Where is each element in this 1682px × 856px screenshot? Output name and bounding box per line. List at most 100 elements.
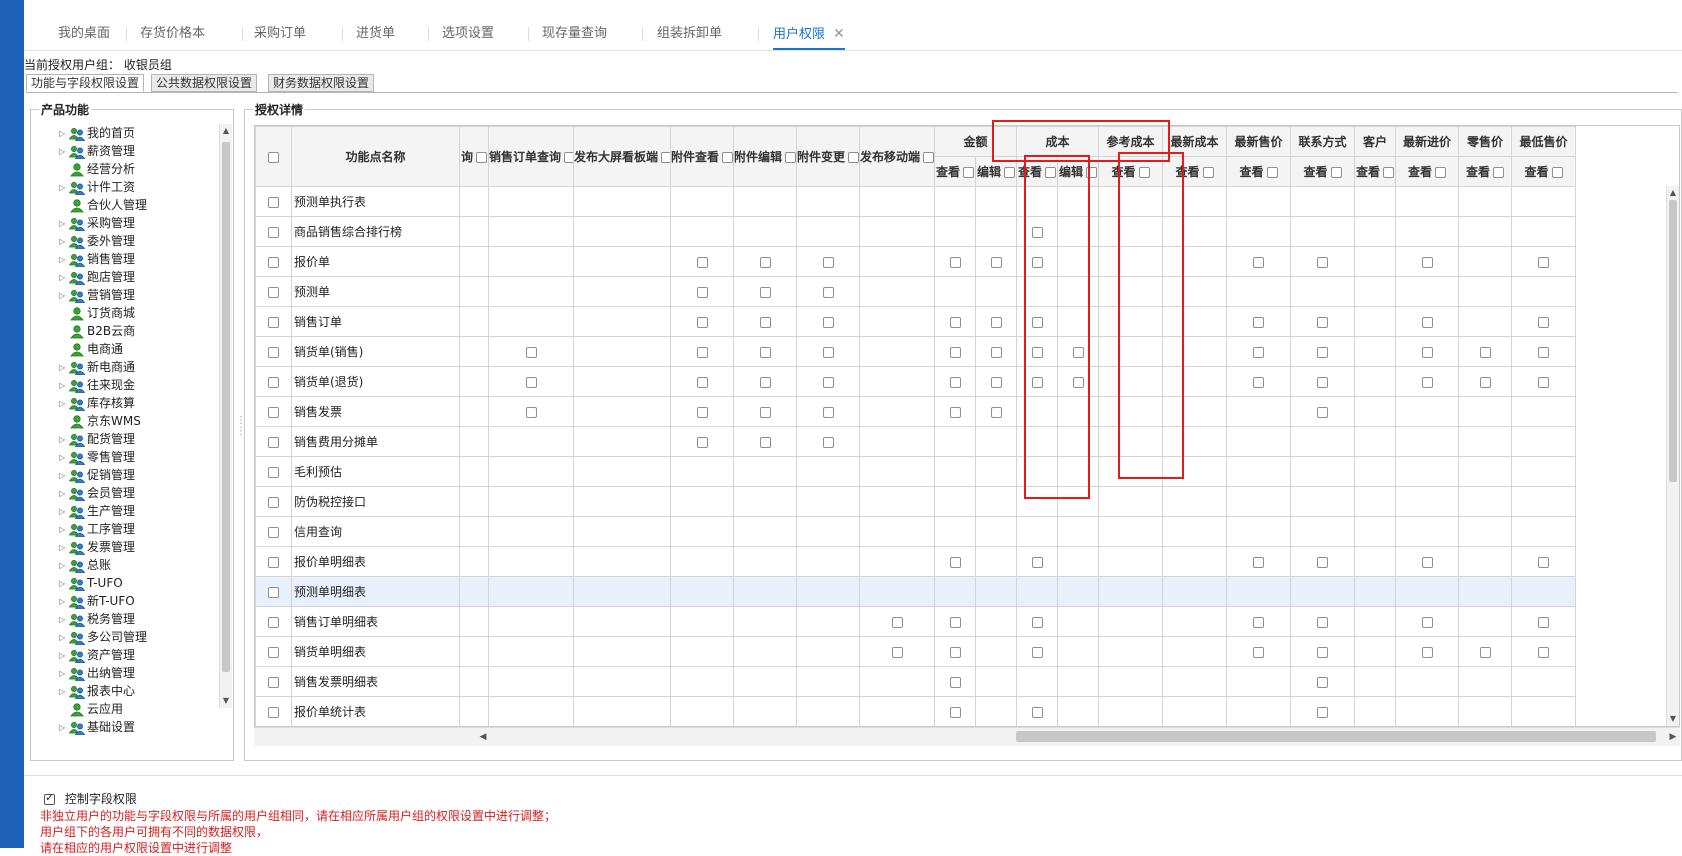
column-select-checkbox[interactable] bbox=[1266, 167, 1278, 178]
permission-checkbox[interactable] bbox=[822, 436, 834, 448]
permission-cell[interactable] bbox=[1290, 546, 1356, 577]
permission-cell[interactable] bbox=[934, 636, 976, 667]
tree-item[interactable]: ▷ 总账 bbox=[59, 556, 111, 574]
permission-cell[interactable] bbox=[859, 606, 935, 637]
grid-horizontal-scrollbar[interactable]: ◀ ▶ bbox=[254, 727, 1680, 746]
tree-item[interactable]: ▷ 我的首页 bbox=[59, 124, 135, 142]
permission-checkbox[interactable] bbox=[1317, 616, 1329, 628]
permission-checkbox[interactable] bbox=[1031, 316, 1043, 328]
permission-cell[interactable] bbox=[733, 396, 797, 427]
permission-cell[interactable] bbox=[733, 426, 797, 457]
permission-cell[interactable] bbox=[488, 366, 574, 397]
permission-checkbox[interactable] bbox=[891, 646, 903, 658]
row-select-checkbox[interactable] bbox=[268, 646, 279, 658]
permission-checkbox[interactable] bbox=[949, 256, 961, 268]
permission-checkbox[interactable] bbox=[949, 406, 961, 418]
column-select-checkbox[interactable] bbox=[564, 152, 573, 163]
column-select-checkbox[interactable] bbox=[1086, 167, 1098, 178]
table-row[interactable]: 销售发票明细表 bbox=[255, 666, 1577, 697]
tree-item[interactable]: ▷ 多公司管理 bbox=[59, 628, 147, 646]
permission-checkbox[interactable] bbox=[696, 436, 708, 448]
expand-arrow-icon[interactable]: ▷ bbox=[59, 215, 69, 233]
permission-cell[interactable] bbox=[934, 696, 976, 726]
permission-checkbox[interactable] bbox=[1538, 316, 1550, 328]
expand-arrow-icon[interactable]: ▷ bbox=[59, 395, 69, 413]
expand-arrow-icon[interactable]: ▷ bbox=[59, 179, 69, 197]
permission-checkbox[interactable] bbox=[1421, 316, 1433, 328]
expand-arrow-icon[interactable]: ▷ bbox=[59, 485, 69, 503]
permission-checkbox[interactable] bbox=[759, 286, 771, 298]
permission-cell[interactable] bbox=[1395, 246, 1460, 277]
permission-cell[interactable] bbox=[1016, 306, 1059, 337]
permission-checkbox[interactable] bbox=[1253, 616, 1265, 628]
permission-checkbox[interactable] bbox=[1538, 376, 1550, 388]
permission-checkbox[interactable] bbox=[1421, 616, 1433, 628]
permission-checkbox[interactable] bbox=[1538, 616, 1550, 628]
permission-cell[interactable] bbox=[859, 636, 935, 667]
permission-cell[interactable] bbox=[670, 306, 734, 337]
permission-cell[interactable] bbox=[796, 246, 860, 277]
control-field-checkbox[interactable] bbox=[44, 791, 55, 805]
expand-arrow-icon[interactable]: ▷ bbox=[59, 359, 69, 377]
row-select-checkbox[interactable] bbox=[268, 316, 279, 328]
permission-cell[interactable] bbox=[974, 246, 1018, 277]
permission-checkbox[interactable] bbox=[1072, 346, 1084, 358]
permission-checkbox[interactable] bbox=[822, 406, 834, 418]
permission-cell[interactable] bbox=[1226, 336, 1292, 367]
permission-checkbox[interactable] bbox=[949, 376, 961, 388]
permission-checkbox[interactable] bbox=[1031, 556, 1043, 568]
permission-checkbox[interactable] bbox=[1421, 376, 1433, 388]
permission-cell[interactable] bbox=[1016, 366, 1059, 397]
permission-checkbox[interactable] bbox=[696, 376, 708, 388]
table-row[interactable]: 预测单执行表 bbox=[255, 186, 1577, 217]
table-row[interactable]: 销售费用分摊单 bbox=[255, 426, 1577, 457]
table-row[interactable]: 预测单 bbox=[255, 276, 1577, 307]
tree-item[interactable]: ▷ 委外管理 bbox=[59, 232, 135, 250]
permission-cell[interactable] bbox=[1290, 636, 1356, 667]
permission-checkbox[interactable] bbox=[1253, 376, 1265, 388]
tree-item[interactable]: ▷ 会员管理 bbox=[59, 484, 135, 502]
row-select-checkbox[interactable] bbox=[268, 466, 279, 478]
scroll-down-icon[interactable]: ▼ bbox=[220, 694, 232, 708]
expand-arrow-icon[interactable]: ▷ bbox=[59, 575, 69, 593]
subtab-1[interactable]: 公共数据权限设置 bbox=[151, 74, 258, 92]
expand-arrow-icon[interactable]: ▷ bbox=[59, 287, 69, 305]
permission-checkbox[interactable] bbox=[949, 316, 961, 328]
permission-cell[interactable] bbox=[670, 396, 734, 427]
permission-checkbox[interactable] bbox=[1253, 646, 1265, 658]
permission-checkbox[interactable] bbox=[759, 436, 771, 448]
tab-2[interactable]: 采购订单 bbox=[254, 18, 306, 50]
tree-item[interactable]: 订货商城 bbox=[69, 304, 135, 322]
column-select-checkbox[interactable] bbox=[1004, 167, 1016, 178]
permission-cell[interactable] bbox=[1395, 336, 1460, 367]
permission-cell[interactable] bbox=[934, 666, 976, 697]
permission-checkbox[interactable] bbox=[1421, 556, 1433, 568]
permission-cell[interactable] bbox=[733, 336, 797, 367]
permission-checkbox[interactable] bbox=[1317, 646, 1329, 658]
permission-cell[interactable] bbox=[1290, 306, 1356, 337]
permission-checkbox[interactable] bbox=[1317, 376, 1329, 388]
permission-cell[interactable] bbox=[1290, 246, 1356, 277]
permission-cell[interactable] bbox=[1226, 636, 1292, 667]
tree-vertical-scrollbar[interactable]: ▲ ▼ bbox=[219, 124, 232, 708]
expand-arrow-icon[interactable]: ▷ bbox=[59, 521, 69, 539]
permission-checkbox[interactable] bbox=[759, 406, 771, 418]
permission-checkbox[interactable] bbox=[1317, 556, 1329, 568]
column-select-checkbox[interactable] bbox=[476, 152, 487, 163]
table-row[interactable]: 毛利预估 bbox=[255, 456, 1577, 487]
permission-checkbox[interactable] bbox=[696, 406, 708, 418]
expand-arrow-icon[interactable]: ▷ bbox=[59, 611, 69, 629]
tree-item[interactable]: 经营分析 bbox=[69, 160, 135, 178]
permission-cell[interactable] bbox=[1016, 696, 1059, 726]
permission-cell[interactable] bbox=[1511, 336, 1577, 367]
expand-arrow-icon[interactable]: ▷ bbox=[59, 629, 69, 647]
permission-checkbox[interactable] bbox=[1253, 316, 1265, 328]
table-row[interactable]: 销售订单 bbox=[255, 306, 1577, 337]
permission-cell[interactable] bbox=[934, 366, 976, 397]
table-row[interactable]: 销售订单明细表 bbox=[255, 606, 1577, 637]
permission-checkbox[interactable] bbox=[949, 616, 961, 628]
control-field-permission[interactable]: 控制字段权限 bbox=[44, 790, 137, 807]
column-select-checkbox[interactable] bbox=[1330, 167, 1342, 178]
tree-item[interactable]: ▷ 采购管理 bbox=[59, 214, 135, 232]
tree-item[interactable]: ▷ 促销管理 bbox=[59, 466, 135, 484]
